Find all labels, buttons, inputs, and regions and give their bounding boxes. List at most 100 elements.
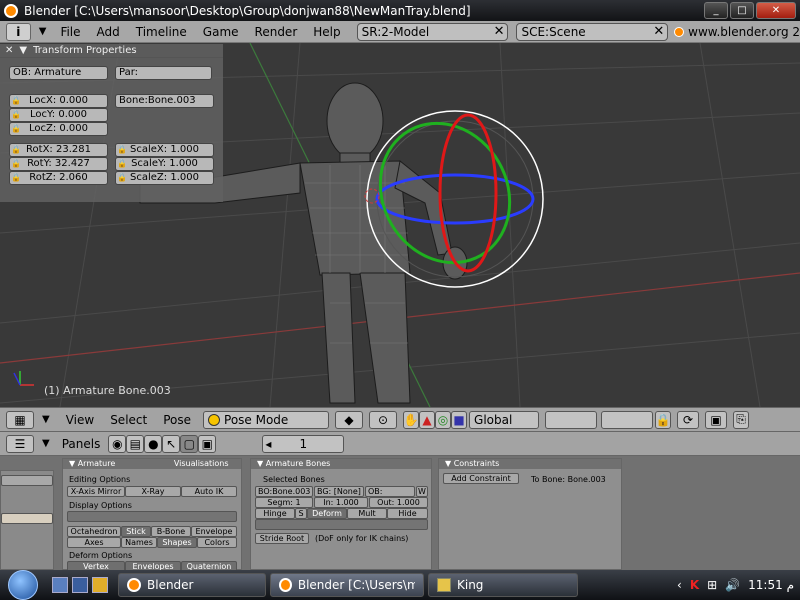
envelope-button[interactable]: Envelope	[191, 526, 237, 537]
names-button[interactable]: Names	[121, 537, 157, 548]
octahedron-button[interactable]: Octahedron	[67, 526, 121, 537]
show-desktop-icon[interactable]	[52, 577, 68, 593]
script-context-icon[interactable]: ▤	[126, 434, 145, 453]
stick-button[interactable]: Stick	[121, 526, 151, 537]
buttons-header-collapse-icon[interactable]: ▼	[42, 438, 50, 449]
hide-toggle[interactable]: Hide	[387, 508, 428, 519]
lock-icon[interactable]: 🔒	[11, 172, 21, 184]
media-player-icon[interactable]	[92, 577, 108, 593]
stride-root-button[interactable]: Stride Root	[255, 533, 309, 544]
panel-close-icon[interactable]: ✕	[5, 45, 13, 56]
scaley-field[interactable]: 🔒 ScaleY: 1.000	[115, 157, 214, 171]
lock-icon[interactable]: 🔒	[11, 95, 21, 107]
translate-manipulator-icon[interactable]: ▲	[419, 410, 436, 429]
mult-toggle[interactable]: Mult	[347, 508, 387, 519]
ease-in-field[interactable]: In: 1.000	[314, 497, 368, 508]
lock-icon[interactable]: 🔒	[117, 144, 127, 156]
pivot-icon[interactable]: ⊙	[369, 410, 398, 429]
hinge-toggle[interactable]: Hinge	[255, 508, 295, 519]
deform-toggle[interactable]: Deform	[307, 508, 347, 519]
armature-bones-tab[interactable]: ▼ Armature Bones	[251, 459, 431, 469]
x-axis-mirror-toggle[interactable]: X-Axis Mirror	[67, 486, 125, 497]
scene-selector[interactable]: SCE:Scene ✕	[516, 22, 669, 41]
info-window-type-button[interactable]: i	[6, 22, 31, 41]
orientation-selector[interactable]: Global	[469, 410, 540, 429]
buttons-window-type-icon[interactable]: ☰	[6, 434, 34, 453]
scale-manipulator-icon[interactable]: ■	[451, 410, 468, 429]
delete-screen-icon[interactable]: ✕	[494, 24, 505, 39]
scale-inherit-toggle[interactable]: S	[295, 508, 307, 519]
lock-icon[interactable]: 🔒	[11, 109, 21, 121]
lock-icon[interactable]: 🔒	[11, 158, 21, 170]
bone-object-input[interactable]: OB:	[365, 486, 415, 497]
maximize-button[interactable]: □	[730, 2, 754, 19]
tray-expand-icon[interactable]: ‹	[677, 578, 682, 592]
parent-field[interactable]: Par:	[115, 66, 212, 80]
delete-scene-icon[interactable]: ✕	[653, 24, 664, 39]
layer-buttons-right[interactable]	[601, 410, 654, 429]
bone-group-select[interactable]: BG: [None]	[314, 486, 364, 497]
lock-layers-icon[interactable]: 🔒	[655, 410, 672, 429]
grid-window-type-icon[interactable]: ▦	[6, 410, 34, 429]
vertex-groups-button[interactable]: Vertex Groups	[67, 561, 125, 570]
shading-context-icon[interactable]: ●	[144, 434, 163, 453]
network-icon[interactable]: ⊞	[707, 578, 717, 592]
lock-icon[interactable]: 🔒	[11, 144, 21, 156]
screen-selector[interactable]: SR:2-Model ✕	[356, 22, 509, 41]
start-button[interactable]	[0, 570, 46, 600]
b-bone-button[interactable]: B-Bone	[151, 526, 191, 537]
close-button[interactable]: ✕	[756, 2, 796, 19]
menu-select[interactable]: Select	[102, 413, 155, 427]
taskbar-item-blender-file[interactable]: Blender [C:\Users\m...	[270, 573, 424, 597]
manipulator-toggle-icon[interactable]: ✋	[403, 410, 420, 429]
auto-ik-toggle[interactable]: Auto IK	[181, 486, 237, 497]
draw-type-icon[interactable]: ◆	[335, 410, 364, 429]
scene-context-icon[interactable]: ▣	[198, 434, 217, 453]
logic-context-icon[interactable]: ◉	[108, 434, 127, 453]
blender-org-link[interactable]: www.blender.org 2	[674, 25, 800, 39]
scalex-field[interactable]: 🔒 ScaleX: 1.000	[115, 143, 214, 157]
colors-button[interactable]: Colors	[197, 537, 237, 548]
menu-timeline[interactable]: Timeline	[128, 25, 195, 39]
partial-field[interactable]	[1, 475, 53, 486]
menu-render[interactable]: Render	[247, 25, 306, 39]
minimize-button[interactable]: _	[704, 2, 728, 19]
switch-windows-icon[interactable]	[72, 577, 88, 593]
rotz-field[interactable]: 🔒 RotZ: 2.060	[9, 171, 108, 185]
layer-buttons-left[interactable]	[545, 410, 598, 429]
clock[interactable]: 11:51 م	[748, 578, 794, 592]
object-context-icon[interactable]: ↖	[162, 434, 181, 453]
roty-field[interactable]: 🔒 RotY: 32.427	[9, 157, 108, 171]
visualisations-tab[interactable]: Visualisations	[174, 459, 229, 468]
segments-field[interactable]: Segm: 1	[255, 497, 313, 508]
envelopes-button[interactable]: Envelopes	[125, 561, 181, 570]
locz-field[interactable]: 🔒 LocZ: 0.000	[9, 122, 108, 136]
shapes-button[interactable]: Shapes	[157, 537, 197, 548]
scalez-field[interactable]: 🔒 ScaleZ: 1.000	[115, 171, 214, 185]
axes-button[interactable]: Axes	[67, 537, 121, 548]
partial-field-2[interactable]	[1, 513, 53, 524]
menu-game[interactable]: Game	[195, 25, 247, 39]
menu-pose[interactable]: Pose	[155, 413, 199, 427]
editing-context-icon[interactable]: ▢	[180, 434, 199, 453]
collapse-menu-triangle-icon[interactable]: ▼	[39, 26, 47, 37]
object-name-field[interactable]: OB: Armature	[9, 66, 108, 80]
panels-menu[interactable]: Panels	[58, 437, 105, 451]
menu-view[interactable]: View	[58, 413, 102, 427]
menu-help[interactable]: Help	[305, 25, 348, 39]
render-preview-icon[interactable]: ▣	[705, 410, 728, 429]
lock-icon[interactable]: 🔒	[117, 172, 127, 184]
armature-tab[interactable]: ▼ Armature Visualisations	[63, 459, 241, 469]
bone-name-input[interactable]: BO:Bone.003	[255, 486, 313, 497]
add-constraint-button[interactable]: Add Constraint	[443, 473, 519, 484]
rotate-manipulator-icon[interactable]: ◎	[435, 410, 452, 429]
lock-icon[interactable]: 🔒	[11, 123, 21, 135]
mode-selector[interactable]: Pose Mode	[203, 410, 330, 429]
locy-field[interactable]: 🔒 LocY: 0.000	[9, 108, 108, 122]
constraints-tab[interactable]: ▼ Constraints	[439, 459, 621, 469]
volume-icon[interactable]: 🔊	[725, 578, 740, 592]
menu-add[interactable]: Add	[89, 25, 128, 39]
frame-decrement-icon[interactable]: ◂	[265, 437, 271, 451]
antivirus-icon[interactable]: K	[690, 578, 699, 592]
bone-layer-buttons[interactable]	[67, 511, 237, 522]
